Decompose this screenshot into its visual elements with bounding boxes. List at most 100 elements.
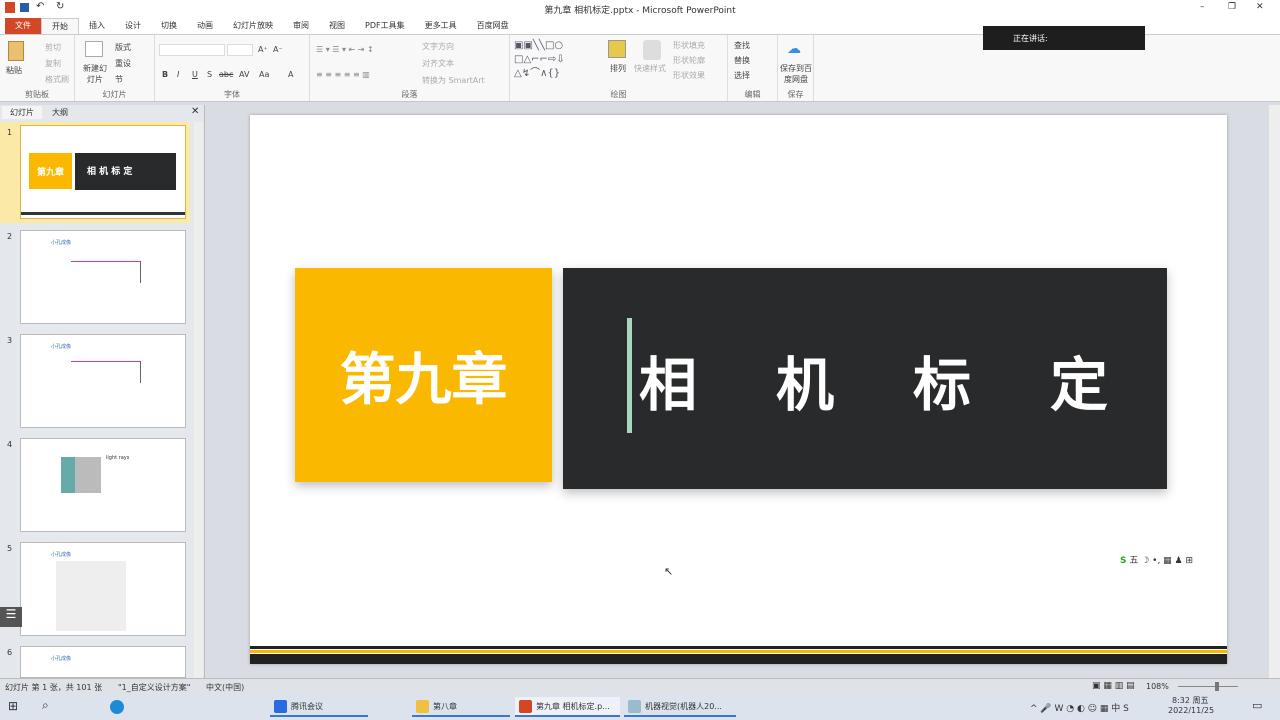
tab-outline[interactable]: 大纲 xyxy=(44,106,76,119)
shrink-font-button[interactable]: A⁻ xyxy=(273,45,283,54)
section-button[interactable]: 节 xyxy=(115,74,123,85)
change-case-button[interactable]: Aa xyxy=(259,70,269,79)
tab-insert[interactable]: 插入 xyxy=(79,18,115,34)
convert-smartart-button[interactable]: 转换为 SmartArt xyxy=(422,75,485,86)
title-char: 机 xyxy=(776,351,835,419)
copy-button[interactable]: 复制 xyxy=(45,58,61,69)
shape-effects-button[interactable]: 形状效果 xyxy=(673,70,705,81)
format-painter-button[interactable]: 格式刷 xyxy=(45,74,69,85)
text-direction-button[interactable]: 文字方向 xyxy=(422,41,454,52)
tab-more-tools[interactable]: 更多工具 xyxy=(415,18,467,34)
new-slide-button[interactable]: 新建幻灯片 xyxy=(80,63,110,85)
search-icon[interactable]: ⌕ xyxy=(42,698,49,713)
edge-icon[interactable] xyxy=(110,700,124,714)
tab-transitions[interactable]: 切换 xyxy=(151,18,187,34)
clock-date[interactable]: 2022/11/25 xyxy=(1168,706,1214,715)
taskbar-app-tencent-meeting[interactable]: 腾讯会议 xyxy=(270,697,368,717)
font-name-select[interactable] xyxy=(159,44,225,56)
grow-font-button[interactable]: A⁺ xyxy=(258,45,268,54)
bullets-icon[interactable]: ☰ ▾ ☰ ▾ ⇤ ⇥ ↕ xyxy=(316,45,374,54)
reset-button[interactable]: 重设 xyxy=(115,58,131,69)
slide-thumbnail-6[interactable]: 小孔成像 xyxy=(20,646,186,678)
tab-animations[interactable]: 动画 xyxy=(187,18,223,34)
layout-button[interactable]: 版式 xyxy=(115,42,131,53)
ime-toolbar[interactable]: S 五 ☽ •, ▦ ♟ ⊞ xyxy=(1120,553,1226,567)
list-icon[interactable]: ☰ xyxy=(0,607,22,627)
slide-thumbnail-3[interactable]: 小孔成像 xyxy=(20,334,186,428)
footer-stripe xyxy=(250,646,1227,649)
align-icons[interactable]: ≡ ≡ ≡ ≡ ≡ ▥ xyxy=(316,70,370,79)
close-pane-button[interactable]: ✕ xyxy=(191,106,199,117)
view-buttons[interactable]: ▣ ▦ ▥ ▤ xyxy=(1092,681,1135,691)
slide-thumbnail-1[interactable]: 第九章 相 机 标 定 xyxy=(20,125,186,219)
tab-home[interactable]: 开始 xyxy=(41,18,79,34)
tab-baidu-netdisk[interactable]: 百度网盘 xyxy=(467,18,519,34)
underline-button[interactable]: U xyxy=(192,70,198,79)
tab-slideshow[interactable]: 幻灯片放映 xyxy=(223,18,283,34)
tab-pdf-tools[interactable]: PDF工具集 xyxy=(355,18,415,34)
shape-fill-button[interactable]: 形状填充 xyxy=(673,40,705,51)
pane-scrollbar[interactable] xyxy=(194,122,203,678)
replace-button[interactable]: 替换 xyxy=(734,55,750,66)
taskbar-app-browser[interactable]: 机器视觉(机器人20... xyxy=(624,697,736,717)
new-slide-icon xyxy=(85,41,103,57)
title-char: 定 xyxy=(1050,351,1109,419)
slides-label: 幻灯片 xyxy=(102,90,127,99)
title-box: 相 机 标 定 xyxy=(563,268,1167,489)
shadow-button[interactable]: S xyxy=(207,70,212,79)
slide-number: 5 xyxy=(7,544,13,553)
cut-button[interactable]: 剪切 xyxy=(45,42,61,53)
mouse-cursor: ↖ xyxy=(664,565,674,578)
taskbar-app-powerpoint[interactable]: 第九章 相机标定.p... xyxy=(515,697,620,717)
save-to-baidu-button[interactable]: 保存到百度网盘 xyxy=(780,63,812,85)
thumb-title: 小孔成像 xyxy=(51,656,72,662)
thumb-title: 小孔成像 xyxy=(51,552,72,558)
zoom-slider-thumb[interactable] xyxy=(1215,682,1219,691)
slide-thumbnail-5[interactable]: 小孔成像 xyxy=(20,542,186,636)
font-size-select[interactable] xyxy=(227,44,253,56)
arrange-button[interactable]: 排列 xyxy=(610,63,626,74)
thumb-title: light rays xyxy=(106,455,130,461)
taskbar-app-folder[interactable]: 第八章 xyxy=(412,697,510,717)
slide-thumbnail-2[interactable]: 小孔成像 xyxy=(20,230,186,324)
thumb-title: 小孔成像 xyxy=(51,344,72,350)
quick-styles-button[interactable]: 快速样式 xyxy=(634,63,666,74)
thumb-chapter: 第九章 xyxy=(29,153,72,189)
strikethrough-button[interactable]: abc xyxy=(219,70,233,79)
tab-file[interactable]: 文件 xyxy=(5,18,41,34)
italic-button[interactable]: I xyxy=(177,70,179,79)
clipboard-group: 粘贴 剪切 复制 格式刷 剪贴板 xyxy=(0,35,75,101)
slide-number: 1 xyxy=(7,128,13,137)
speaking-label: 正在讲话: xyxy=(1013,34,1048,43)
tab-slides[interactable]: 幻灯片 xyxy=(2,106,42,119)
clock-time[interactable]: 8:32 周五 xyxy=(1172,695,1209,706)
font-color-button[interactable]: A xyxy=(288,70,293,79)
status-bar: 幻灯片 第 1 张，共 101 张 "1_自定义设计方案" 中文(中国) ▣ ▦… xyxy=(0,678,1280,694)
slide-thumbnail-4[interactable]: light rays xyxy=(20,438,186,532)
shapes-gallery[interactable]: ▣▣╲╲□○ □△⌐⌐⇨⇩ △↯⌒∧{} xyxy=(514,39,565,81)
save-label: 保存 xyxy=(787,90,804,99)
tab-view[interactable]: 视图 xyxy=(319,18,355,34)
slide-number: 3 xyxy=(7,336,13,345)
footer-stripe xyxy=(250,654,1227,664)
minimize-button[interactable]: – xyxy=(1200,2,1205,12)
editing-group: 查找 替换 选择 编辑 xyxy=(728,35,778,101)
zoom-level[interactable]: 108% xyxy=(1146,682,1169,691)
tab-design[interactable]: 设计 xyxy=(115,18,151,34)
restore-button[interactable]: ❐ xyxy=(1228,2,1236,12)
windows-start-icon[interactable]: ⊞ xyxy=(8,699,18,713)
find-button[interactable]: 查找 xyxy=(734,40,750,51)
zoom-slider[interactable] xyxy=(1178,686,1238,687)
shape-outline-button[interactable]: 形状轮廓 xyxy=(673,55,705,66)
select-button[interactable]: 选择 xyxy=(734,70,750,81)
notification-icon[interactable]: ▭ xyxy=(1252,699,1262,712)
current-slide[interactable]: 第九章 相 机 标 定 xyxy=(250,115,1227,664)
slide-scrollbar[interactable] xyxy=(1269,105,1280,678)
paste-button[interactable]: 粘贴 xyxy=(6,65,22,76)
bold-button[interactable]: B xyxy=(162,70,168,79)
system-tray-icons[interactable]: ^ 🎤 W ◔ ◐ ☺ ▦ 中 S xyxy=(1030,701,1129,714)
tab-review[interactable]: 审阅 xyxy=(283,18,319,34)
align-text-button[interactable]: 对齐文本 xyxy=(422,58,454,69)
close-button[interactable]: ✕ xyxy=(1256,2,1264,12)
char-spacing-button[interactable]: AV xyxy=(239,70,249,79)
